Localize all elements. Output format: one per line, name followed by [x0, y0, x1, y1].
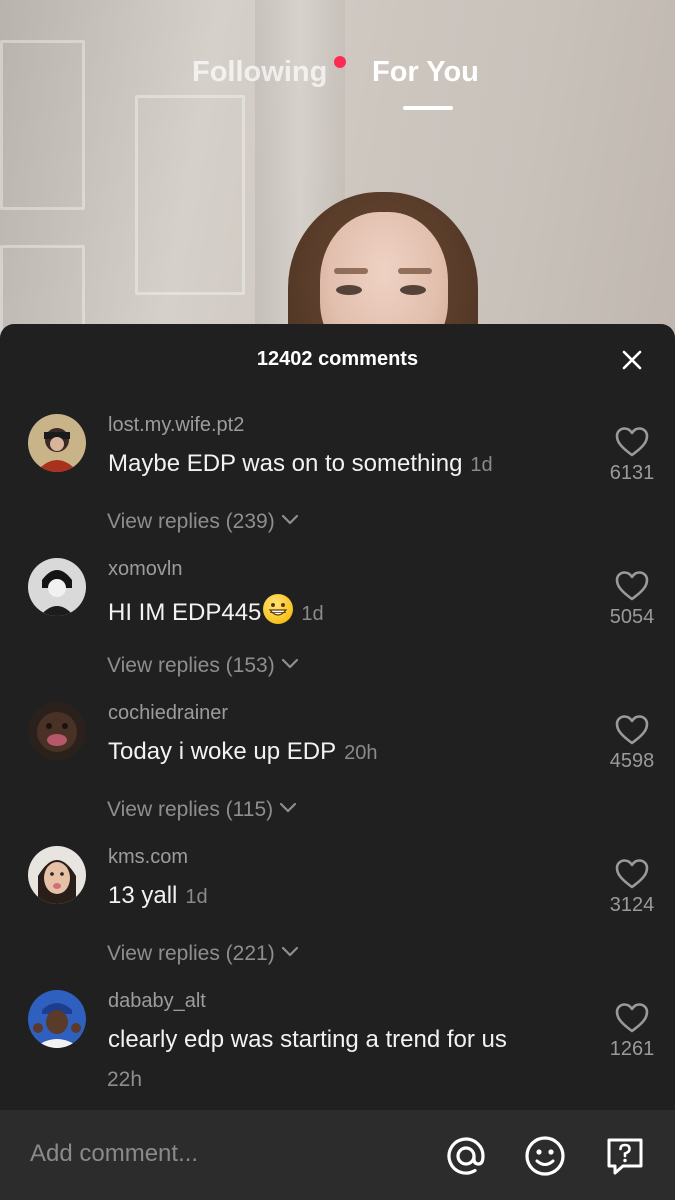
person-brow — [398, 268, 432, 274]
view-replies-button[interactable]: View replies (221) — [107, 942, 299, 966]
comment-text: Maybe EDP was on to something 1d — [108, 450, 493, 478]
like-button[interactable]: 1261 — [596, 1002, 668, 1061]
person-brow — [334, 268, 368, 274]
feed-tabs: Following For You — [0, 56, 675, 116]
comment-text: 13 yall 1d — [108, 882, 208, 910]
comment-item: kms.com 13 yall 1d View replies (221) 312… — [0, 846, 675, 986]
tab-following[interactable]: Following — [192, 56, 327, 89]
comment-time: 20h — [344, 742, 378, 764]
comment-time: 1d — [301, 603, 324, 625]
mention-button[interactable] — [444, 1134, 488, 1178]
comment-text: HI IM EDP445 1d — [108, 594, 324, 627]
avatar[interactable] — [28, 990, 86, 1048]
mention-icon — [447, 1137, 485, 1175]
comment-username[interactable]: cochiedrainer — [108, 702, 228, 725]
close-icon — [622, 350, 642, 370]
heart-icon — [615, 715, 649, 745]
comment-item: xomovln HI IM EDP445 1d View replies (153… — [0, 558, 675, 698]
like-button[interactable]: 3124 — [596, 858, 668, 917]
person-eye — [336, 285, 362, 295]
comment-time: 22h — [107, 1068, 143, 1091]
avatar[interactable] — [28, 846, 86, 904]
like-count: 5054 — [609, 606, 655, 628]
comment-item: lost.my.wife.pt2 Maybe EDP was on to som… — [0, 414, 675, 554]
view-replies-button[interactable]: View replies (239) — [107, 510, 299, 534]
grinning-face-emoji-icon — [263, 594, 294, 624]
comments-header: 12402 comments — [0, 324, 675, 396]
comment-body: Maybe EDP was on to something — [108, 450, 463, 477]
comment-username[interactable]: kms.com — [108, 846, 188, 869]
comment-username[interactable]: dababy_alt — [108, 990, 206, 1013]
view-replies-button[interactable]: View replies (153) — [107, 654, 299, 678]
comment-text: Today i woke up EDP 20h — [108, 738, 378, 766]
chevron-down-icon — [281, 659, 298, 670]
comment-time: 1d — [185, 886, 208, 908]
view-replies-button[interactable]: View replies (115) — [107, 798, 297, 822]
avatar[interactable] — [28, 702, 86, 760]
active-tab-indicator — [403, 106, 453, 110]
emoji-button[interactable] — [523, 1134, 567, 1178]
comment-body: 13 yall — [108, 882, 178, 909]
video-background[interactable] — [0, 0, 675, 340]
heart-icon — [615, 427, 649, 457]
view-replies-label: View replies (115) — [107, 798, 274, 821]
emoji-icon — [525, 1136, 565, 1176]
question-button[interactable] — [603, 1134, 647, 1178]
comment-body: HI IM EDP445 — [108, 599, 262, 626]
question-icon — [607, 1138, 643, 1175]
avatar[interactable] — [28, 558, 86, 616]
door-panel — [135, 95, 245, 295]
view-replies-label: View replies (239) — [107, 510, 275, 533]
tab-for-you[interactable]: For You — [372, 56, 479, 89]
heart-icon — [615, 1003, 649, 1033]
comment-username[interactable]: lost.my.wife.pt2 — [108, 414, 244, 437]
comment-body: Today i woke up EDP — [108, 738, 337, 765]
add-comment-input[interactable]: Add comment... — [30, 1140, 198, 1168]
comment-time: 1d — [470, 454, 493, 476]
like-count: 1261 — [609, 1038, 655, 1060]
heart-icon — [615, 859, 649, 889]
like-button[interactable]: 5054 — [596, 570, 668, 629]
person-eye — [400, 285, 426, 295]
comment-username[interactable]: xomovln — [108, 558, 182, 581]
view-replies-label: View replies (221) — [107, 942, 275, 965]
notification-dot — [334, 56, 346, 68]
chevron-down-icon — [281, 947, 298, 958]
comment-composer: Add comment... — [0, 1110, 675, 1200]
like-count: 6131 — [609, 462, 655, 484]
comment-item: cochiedrainer Today i woke up EDP 20h Vie… — [0, 702, 675, 842]
close-button[interactable] — [616, 344, 648, 376]
like-button[interactable]: 6131 — [596, 426, 668, 485]
chevron-down-icon — [281, 515, 298, 526]
comment-item: dababy_alt clearly edp was starting a tr… — [0, 990, 675, 1130]
avatar[interactable] — [28, 414, 86, 472]
chevron-down-icon — [280, 803, 297, 814]
comment-text: clearly edp was starting a trend for us — [108, 1026, 507, 1054]
like-count: 4598 — [609, 750, 655, 772]
comment-body: clearly edp was starting a trend for us — [108, 1026, 507, 1053]
comment-count: 12402 comments — [256, 348, 419, 370]
person-face — [320, 212, 448, 340]
heart-icon — [615, 571, 649, 601]
view-replies-label: View replies (153) — [107, 654, 275, 677]
like-count: 3124 — [609, 894, 655, 916]
comments-sheet: 12402 comments lost.my.wife.pt2 Maybe ED… — [0, 324, 675, 1200]
like-button[interactable]: 4598 — [596, 714, 668, 773]
